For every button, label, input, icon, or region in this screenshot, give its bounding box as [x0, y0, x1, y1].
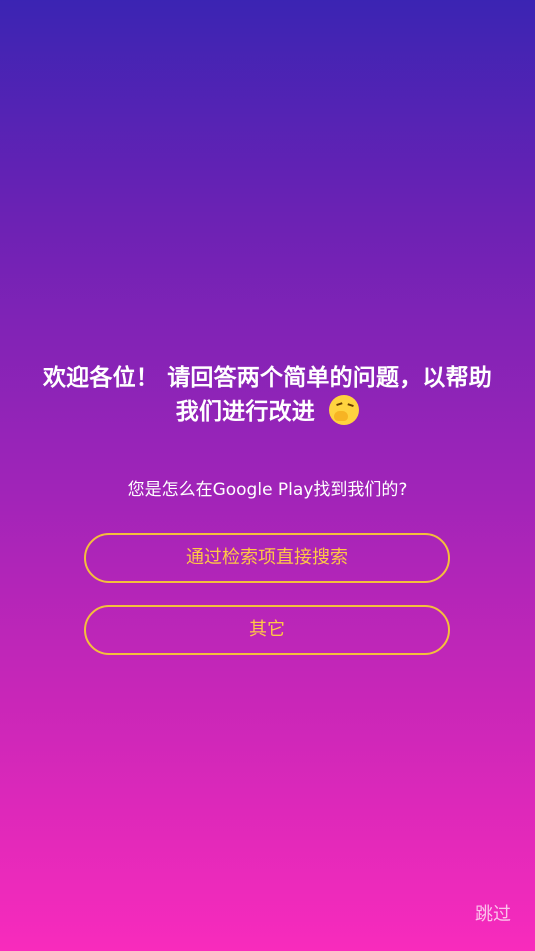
survey-title: 欢迎各位！ 请回答两个简单的问题，以帮助我们进行改进 — [40, 362, 495, 429]
survey-screen: 欢迎各位！ 请回答两个简单的问题，以帮助我们进行改进 您是怎么在Google P… — [0, 0, 535, 951]
hugging-face-icon — [329, 395, 360, 425]
survey-question: 您是怎么在Google Play找到我们的? — [127, 480, 408, 500]
option-search-label: 通过检索项直接搜索 — [186, 547, 348, 568]
option-other-label: 其它 — [249, 619, 285, 640]
skip-button[interactable]: 跳过 — [475, 903, 511, 927]
skip-label: 跳过 — [475, 904, 511, 925]
option-other-button[interactable]: 其它 — [84, 605, 450, 655]
hugging-face-hand-icon — [334, 411, 349, 421]
option-search-button[interactable]: 通过检索项直接搜索 — [84, 533, 450, 583]
survey-title-text: 欢迎各位！ 请回答两个简单的问题，以帮助我们进行改进 — [42, 365, 492, 425]
